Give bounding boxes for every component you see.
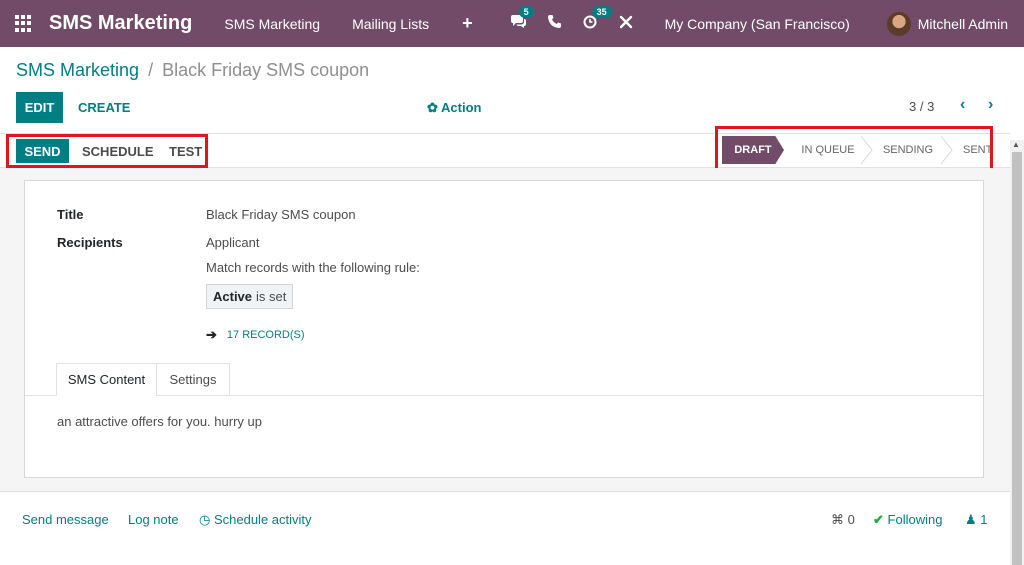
gear-icon: ✿ bbox=[427, 100, 438, 115]
schedule-activity-button[interactable]: ◷ Schedule activity bbox=[199, 512, 312, 528]
domain-rule-field: Active bbox=[213, 289, 253, 304]
pager-next-icon[interactable]: › bbox=[988, 96, 993, 114]
records-count: 17 RECORD(S) bbox=[226, 329, 305, 341]
followers-count: 1 bbox=[980, 512, 988, 527]
attachments-button[interactable]: ⌘ 0 bbox=[831, 512, 855, 528]
arrow-right-icon: ➔ bbox=[206, 327, 217, 342]
pager-value[interactable]: 3 / 3 bbox=[909, 99, 934, 114]
user-icon: ♟ bbox=[965, 512, 977, 527]
sms-body-text[interactable]: an attractive offers for you. hurry up bbox=[57, 414, 262, 429]
user-menu[interactable]: Mitchell Admin bbox=[918, 16, 1008, 32]
recipients-label: Recipients bbox=[57, 235, 123, 250]
chatter-divider bbox=[0, 491, 1010, 492]
breadcrumb-current: Black Friday SMS coupon bbox=[162, 60, 370, 80]
recipients-value[interactable]: Applicant bbox=[206, 235, 259, 250]
title-value[interactable]: Black Friday SMS coupon bbox=[206, 207, 356, 222]
menu-plus-icon[interactable]: + bbox=[462, 13, 473, 34]
title-label: Title bbox=[57, 207, 84, 222]
scroll-up-arrow-icon[interactable]: ▲ bbox=[1012, 140, 1020, 149]
paperclip-icon: ⌘ bbox=[831, 512, 844, 527]
attachments-count: 0 bbox=[847, 512, 855, 527]
check-icon: ✔ bbox=[873, 512, 884, 527]
breadcrumb: SMS Marketing / Black Friday SMS coupon bbox=[16, 60, 369, 81]
company-switcher[interactable]: My Company (San Francisco) bbox=[665, 16, 850, 32]
systray: 5 35 My Company (San Francisco) Mitchell… bbox=[510, 0, 1024, 47]
breadcrumb-parent[interactable]: SMS Marketing bbox=[16, 60, 139, 80]
messages-icon[interactable]: 5 bbox=[510, 5, 534, 33]
records-link[interactable]: ➔ 17 RECORD(S) bbox=[206, 327, 305, 343]
menu-sms-marketing[interactable]: SMS Marketing bbox=[224, 16, 320, 32]
scrollbar-thumb[interactable] bbox=[1012, 152, 1022, 565]
action-menu[interactable]: ✿ Action bbox=[427, 100, 482, 116]
action-label: Action bbox=[441, 100, 482, 115]
domain-rule-operator: is set bbox=[256, 289, 287, 304]
domain-rule-tag[interactable]: Active is set bbox=[206, 284, 294, 309]
following-button[interactable]: ✔ Following bbox=[873, 512, 942, 528]
apps-menu-icon[interactable] bbox=[15, 14, 33, 33]
tab-sms-content[interactable]: SMS Content bbox=[56, 363, 157, 396]
debug-tools-icon[interactable] bbox=[619, 15, 633, 33]
breadcrumb-separator: / bbox=[148, 60, 154, 80]
menu-mailing-lists[interactable]: Mailing Lists bbox=[352, 16, 429, 32]
send-message-button[interactable]: Send message bbox=[22, 512, 109, 527]
activities-clock-icon[interactable]: 35 bbox=[583, 5, 612, 33]
domain-rule-text: Match records with the following rule: bbox=[206, 260, 420, 275]
messages-badge: 5 bbox=[518, 5, 534, 18]
top-navbar: SMS Marketing SMS Marketing Mailing List… bbox=[0, 0, 1024, 47]
highlight-box-buttons bbox=[6, 134, 208, 168]
create-button[interactable]: CREATE bbox=[78, 100, 130, 115]
following-label: Following bbox=[887, 512, 943, 527]
user-avatar[interactable] bbox=[886, 11, 911, 36]
clock-icon: ◷ bbox=[199, 512, 211, 527]
activities-badge: 35 bbox=[591, 5, 612, 18]
log-note-button[interactable]: Log note bbox=[128, 512, 179, 527]
phone-icon[interactable] bbox=[547, 15, 561, 32]
form-sheet bbox=[24, 180, 984, 478]
schedule-activity-label: Schedule activity bbox=[213, 512, 312, 527]
pager-previous-icon[interactable]: ‹ bbox=[960, 96, 965, 114]
edit-button[interactable]: EDIT bbox=[16, 92, 63, 123]
tab-settings[interactable]: Settings bbox=[156, 363, 230, 396]
app-brand[interactable]: SMS Marketing bbox=[49, 12, 192, 35]
followers-button[interactable]: ♟ 1 bbox=[965, 512, 988, 528]
